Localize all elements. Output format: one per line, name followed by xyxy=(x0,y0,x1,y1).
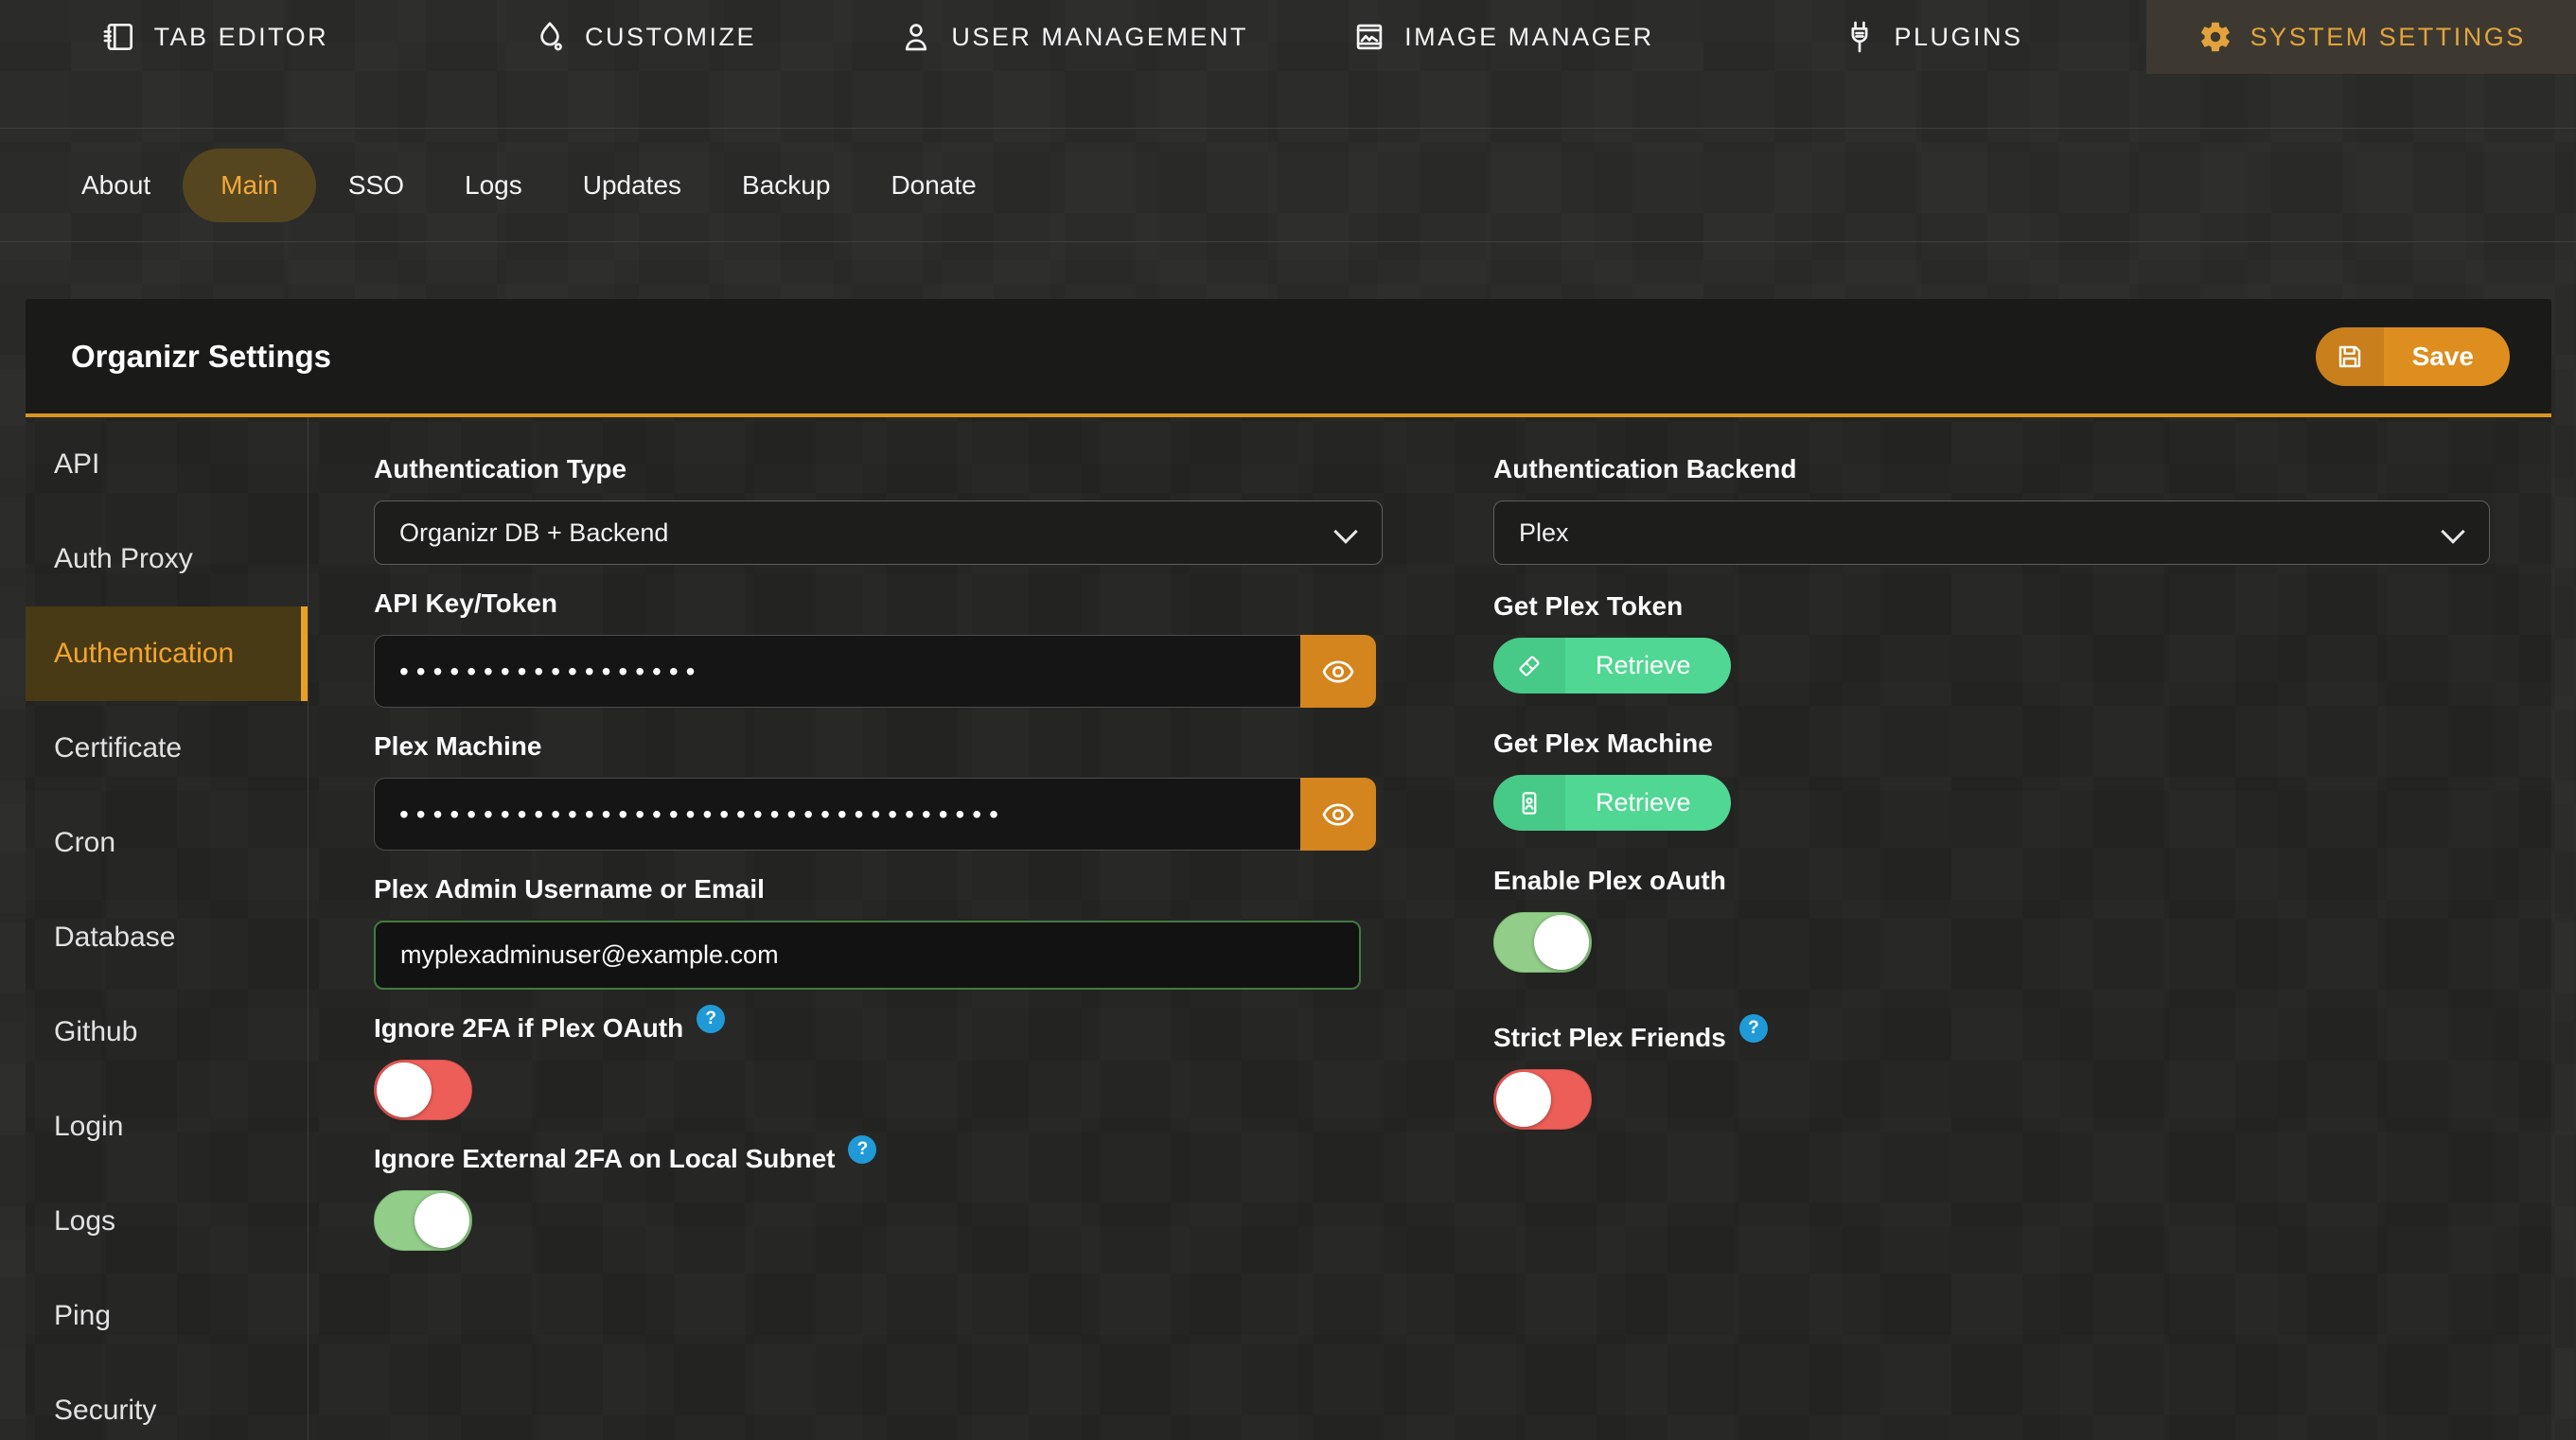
auth-type-select-wrap: Organizr DB + Backend xyxy=(374,500,1383,565)
toggle-knob xyxy=(377,1062,432,1117)
id-badge-icon xyxy=(1493,775,1565,831)
ticket-icon xyxy=(1493,638,1565,694)
strict-plex-friends-toggle[interactable] xyxy=(1493,1069,1592,1130)
sidebar-item-github[interactable]: Github xyxy=(26,985,308,1080)
user-icon xyxy=(898,19,934,55)
subnav-item-backup[interactable]: Backup xyxy=(714,149,858,222)
panel-header: Organizr Settings Save xyxy=(26,299,2551,417)
sidebar-item-api[interactable]: API xyxy=(26,417,308,512)
sidebar-item-database[interactable]: Database xyxy=(26,890,308,985)
sidebar-item-certificate[interactable]: Certificate xyxy=(26,701,308,796)
topnav-item-customize[interactable]: CUSTOMIZE xyxy=(430,0,859,74)
retrieve-plex-token-button[interactable]: Retrieve xyxy=(1493,638,1731,694)
eye-icon xyxy=(1321,655,1355,689)
api-key-label: API Key/Token xyxy=(374,588,1383,620)
get-plex-machine-label: Get Plex Machine xyxy=(1493,728,2490,760)
settings-sidebar: API Auth Proxy Authentication Certificat… xyxy=(26,417,309,1440)
gear-icon xyxy=(2197,19,2233,55)
panel-body: API Auth Proxy Authentication Certificat… xyxy=(26,417,2551,1440)
tab-editor-icon xyxy=(101,19,137,55)
subnav-item-about[interactable]: About xyxy=(53,149,179,222)
help-icon[interactable]: ? xyxy=(1739,1014,1768,1043)
strict-plex-friends-label: Strict Plex Friends ? xyxy=(1493,1022,2490,1054)
form-right-column: Authentication Backend Plex Get Plex Tok… xyxy=(1493,453,2490,1273)
enable-plex-oauth-toggle[interactable] xyxy=(1493,912,1592,973)
get-plex-token-label: Get Plex Token xyxy=(1493,590,2490,623)
auth-backend-select-wrap: Plex xyxy=(1493,500,2490,565)
page-title: Organizr Settings xyxy=(71,339,331,375)
save-button[interactable]: Save xyxy=(2316,327,2510,386)
sidebar-item-login[interactable]: Login xyxy=(26,1080,308,1174)
subnav-item-sso[interactable]: SSO xyxy=(320,149,432,222)
floppy-icon xyxy=(2316,327,2384,386)
save-button-label: Save xyxy=(2384,327,2510,386)
topnav-label: TAB EDITOR xyxy=(154,23,329,52)
topnav-item-image-manager[interactable]: IMAGE MANAGER xyxy=(1288,0,1718,74)
topnav-item-plugins[interactable]: PLUGINS xyxy=(1718,0,2147,74)
topnav-label: USER MANAGEMENT xyxy=(951,23,1248,52)
auth-type-select[interactable]: Organizr DB + Backend xyxy=(374,500,1383,565)
sidebar-item-cron[interactable]: Cron xyxy=(26,796,308,890)
plex-machine-label: Plex Machine xyxy=(374,730,1383,763)
toggle-knob xyxy=(1534,915,1589,970)
sidebar-item-auth-proxy[interactable]: Auth Proxy xyxy=(26,512,308,606)
subnav-item-updates[interactable]: Updates xyxy=(555,149,710,222)
toggle-knob xyxy=(415,1193,469,1248)
auth-backend-label: Authentication Backend xyxy=(1493,453,2490,485)
subnav-item-logs[interactable]: Logs xyxy=(436,149,551,222)
plex-machine-row xyxy=(374,778,1376,851)
ignore-2fa-toggle[interactable] xyxy=(374,1060,472,1120)
api-key-reveal-button[interactable] xyxy=(1300,635,1376,708)
ignore-external-2fa-toggle[interactable] xyxy=(374,1190,472,1251)
topnav-item-user-management[interactable]: USER MANAGEMENT xyxy=(858,0,1288,74)
toggle-knob xyxy=(1496,1072,1551,1127)
top-navigation: TAB EDITOR CUSTOMIZE USER MANAGEMENT IMA… xyxy=(0,0,2576,74)
form-left-column: Authentication Type Organizr DB + Backen… xyxy=(374,453,1383,1273)
auth-type-label: Authentication Type xyxy=(374,453,1383,485)
help-icon[interactable]: ? xyxy=(697,1005,725,1033)
plex-machine-reveal-button[interactable] xyxy=(1300,778,1376,851)
subnav-item-donate[interactable]: Donate xyxy=(862,149,1004,222)
topnav-label: SYSTEM SETTINGS xyxy=(2250,23,2526,52)
retrieve-button-label: Retrieve xyxy=(1565,775,1731,831)
topnav-label: CUSTOMIZE xyxy=(585,23,756,52)
settings-sub-navigation: About Main SSO Logs Updates Backup Donat… xyxy=(0,128,2576,242)
eye-icon xyxy=(1321,798,1355,832)
topnav-item-tab-editor[interactable]: TAB EDITOR xyxy=(0,0,430,74)
enable-plex-oauth-label: Enable Plex oAuth xyxy=(1493,865,2490,897)
retrieve-button-label: Retrieve xyxy=(1565,638,1731,694)
topnav-label: IMAGE MANAGER xyxy=(1404,23,1654,52)
authentication-form: Authentication Type Organizr DB + Backen… xyxy=(309,417,2551,1440)
plex-admin-input[interactable] xyxy=(374,921,1361,990)
sidebar-item-security[interactable]: Security xyxy=(26,1363,308,1440)
ignore-2fa-label: Ignore 2FA if Plex OAuth ? xyxy=(374,1012,1383,1045)
sidebar-item-logs[interactable]: Logs xyxy=(26,1174,308,1269)
customize-icon xyxy=(532,19,568,55)
organizr-app: TAB EDITOR CUSTOMIZE USER MANAGEMENT IMA… xyxy=(0,0,2576,1440)
api-key-row xyxy=(374,635,1376,708)
retrieve-plex-machine-button[interactable]: Retrieve xyxy=(1493,775,1731,831)
plex-admin-label: Plex Admin Username or Email xyxy=(374,873,1383,905)
api-key-input[interactable] xyxy=(374,635,1300,708)
image-icon xyxy=(1351,19,1387,55)
plug-icon xyxy=(1842,19,1878,55)
ignore-external-2fa-label: Ignore External 2FA on Local Subnet ? xyxy=(374,1143,1383,1175)
sidebar-item-authentication[interactable]: Authentication xyxy=(26,606,308,701)
organizr-settings-panel: Organizr Settings Save API Auth Proxy Au… xyxy=(26,299,2551,1440)
topnav-item-system-settings[interactable]: SYSTEM SETTINGS xyxy=(2146,0,2576,74)
help-icon[interactable]: ? xyxy=(848,1135,876,1164)
plex-machine-input[interactable] xyxy=(374,778,1300,851)
topnav-label: PLUGINS xyxy=(1895,23,2023,52)
auth-backend-select[interactable]: Plex xyxy=(1493,500,2490,565)
sidebar-item-ping[interactable]: Ping xyxy=(26,1269,308,1363)
subnav-item-main[interactable]: Main xyxy=(183,149,316,222)
